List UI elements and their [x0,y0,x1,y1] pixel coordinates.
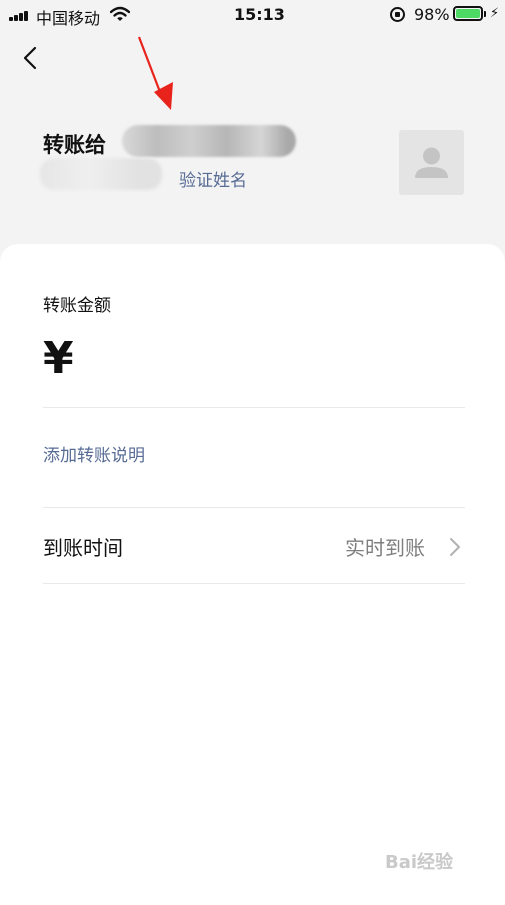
payee-info-redacted [40,158,162,190]
add-transfer-note-link[interactable]: 添加转账说明 [43,441,145,466]
rotation-lock-icon [390,7,405,22]
arrival-time-value: 实时到账 [345,536,425,560]
payee-name-redacted [122,125,296,157]
battery-level-fill [456,9,480,18]
wifi-icon [110,6,130,21]
amount-input[interactable] [92,338,468,388]
verify-name-link[interactable]: 验证姓名 [179,166,247,191]
divider [43,583,465,584]
arrival-time-label: 到账时间 [43,536,123,560]
charging-bolt-icon: ⚡ [490,6,500,21]
divider [43,407,465,408]
battery-icon [453,6,483,21]
annotation-arrow [137,36,173,110]
clock-time: 15:13 [234,5,285,24]
amount-label: 转账金额 [43,296,111,316]
watermark: Bai经验 [385,852,454,873]
user-avatar-icon [415,147,448,178]
battery-percent: 98% [414,5,450,24]
battery-cap [484,11,486,17]
avatar [399,130,464,195]
transfer-to-label: 转账给 [43,133,106,157]
back-button[interactable] [16,42,46,74]
carrier-name: 中国移动 [36,9,101,28]
currency-symbol: ¥ [43,333,74,384]
chevron-right-icon [450,538,460,556]
back-chevron-icon [23,46,37,70]
status-bar: 中国移动 15:13 98% ⚡ [0,0,505,30]
divider [43,507,465,508]
